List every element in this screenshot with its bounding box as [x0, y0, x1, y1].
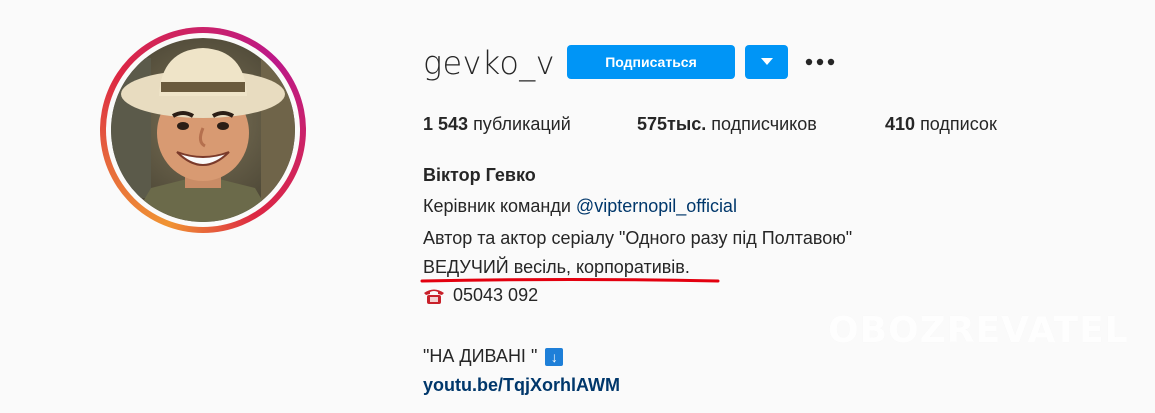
following-label: подписок: [920, 114, 997, 134]
stat-following[interactable]: 410 подписок: [885, 114, 997, 135]
mention-link[interactable]: @vipternopil_official: [576, 196, 737, 216]
more-horizontal-icon: [805, 58, 835, 66]
bio-line-phone: 05043 092: [423, 285, 538, 306]
bio-line-author: Автор та актор серіалу "Одного разу під …: [423, 228, 853, 248]
suggestions-dropdown-button[interactable]: [745, 45, 788, 79]
red-underline-annotation: [420, 278, 720, 283]
telephone-icon: [424, 289, 444, 304]
stat-followers[interactable]: 575тыс. подписчиков: [637, 114, 817, 135]
watermark: OBOZREVATEL: [818, 292, 1128, 368]
stat-posts: 1 543 публикаций: [423, 114, 571, 135]
avatar[interactable]: [111, 38, 295, 222]
posts-count: 1 543: [423, 114, 469, 134]
bio-show-text: "НА ДИВАНІ ": [423, 346, 538, 366]
username: gevko_v: [423, 44, 555, 82]
phone-number: 05043 092: [453, 285, 539, 305]
bio-line-host: ВЕДУЧИЙ весіль, корпоративів.: [423, 257, 690, 277]
down-arrow-emoji-icon: ↓: [545, 347, 564, 366]
watermark-text: OBOZREVATEL: [828, 309, 1129, 351]
followers-label: подписчиков: [711, 114, 817, 134]
full-name: Віктор Гевко: [423, 165, 536, 185]
following-count: 410: [885, 114, 916, 134]
follow-button[interactable]: Подписаться: [567, 45, 735, 79]
bio-line-show: "НА ДИВАНІ " ↓: [423, 346, 564, 367]
avatar-gap: [106, 33, 300, 227]
story-ring[interactable]: [100, 27, 306, 233]
bio-line-team: Керівник команди @vipternopil_official: [423, 196, 737, 217]
posts-label: публикаций: [473, 114, 571, 134]
followers-count: 575тыс.: [637, 114, 707, 134]
bio-line-team-text: Керівник команди: [423, 196, 576, 216]
chevron-down-icon: [760, 58, 773, 65]
more-options-button[interactable]: [803, 49, 837, 75]
external-link[interactable]: youtu.be/TqjXorhlAWM: [423, 375, 620, 396]
